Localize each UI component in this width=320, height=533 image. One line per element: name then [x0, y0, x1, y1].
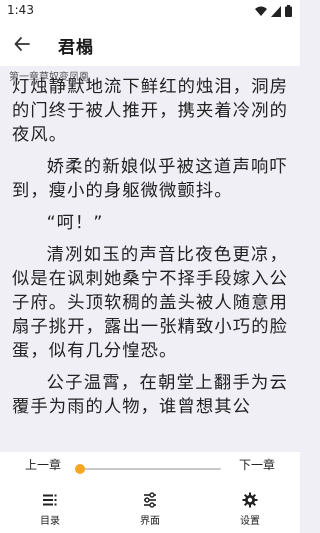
cell-signal-icon [271, 5, 281, 17]
paragraph: 灯烛静默地流下鲜红的烛泪，洞房的门终于被人推开，携夹着冷冽的夜风。 [12, 77, 288, 145]
sliders-icon [144, 492, 156, 508]
paragraph: 娇柔的新娘似乎被这道声响吓到，瘦小的身躯微微颤抖。 [12, 157, 288, 201]
list-icon [43, 494, 57, 506]
next-chapter-button[interactable]: 下一章 [239, 456, 275, 473]
chapter-progress-slider[interactable] [75, 464, 221, 474]
app-bar: 君榻 [0, 22, 300, 66]
back-button[interactable] [10, 32, 34, 56]
prev-chapter-button[interactable]: 上一章 [25, 456, 61, 473]
nav-label: 设置 [240, 516, 260, 527]
arrow-left-icon [14, 37, 30, 51]
paragraph: 公子温霄，在朝堂上翻手为云覆手为雨的人物，谁曾想其公 [12, 373, 288, 417]
bottom-control-panel: 上一章 下一章 目录 界面 设置 [0, 452, 300, 533]
nav-item-settings[interactable]: 设置 [220, 490, 280, 530]
status-icons [255, 5, 292, 17]
gear-icon [242, 492, 258, 508]
wifi-icon [255, 6, 267, 16]
nav-item-interface[interactable]: 界面 [120, 490, 180, 530]
slider-thumb[interactable] [75, 464, 85, 474]
paragraph: “呵！” [46, 213, 104, 233]
status-bar: 1:43 [0, 0, 300, 22]
book-title: 君榻 [58, 38, 94, 58]
nav-label: 目录 [40, 516, 60, 527]
nav-label: 界面 [140, 516, 160, 527]
reading-content[interactable]: 灯烛静默地流下鲜红的烛泪，洞房的门终于被人推开，携夹着冷冽的夜风。 娇柔的新娘似… [12, 75, 288, 452]
battery-icon [285, 5, 292, 17]
paragraph: 清冽如玉的声音比夜色更凉，似是在讽刺她桑宁不择手段嫁入公子府。头顶软稠的盖头被人… [12, 245, 288, 361]
nav-item-catalog[interactable]: 目录 [20, 490, 80, 530]
status-time: 1:43 [7, 3, 34, 17]
